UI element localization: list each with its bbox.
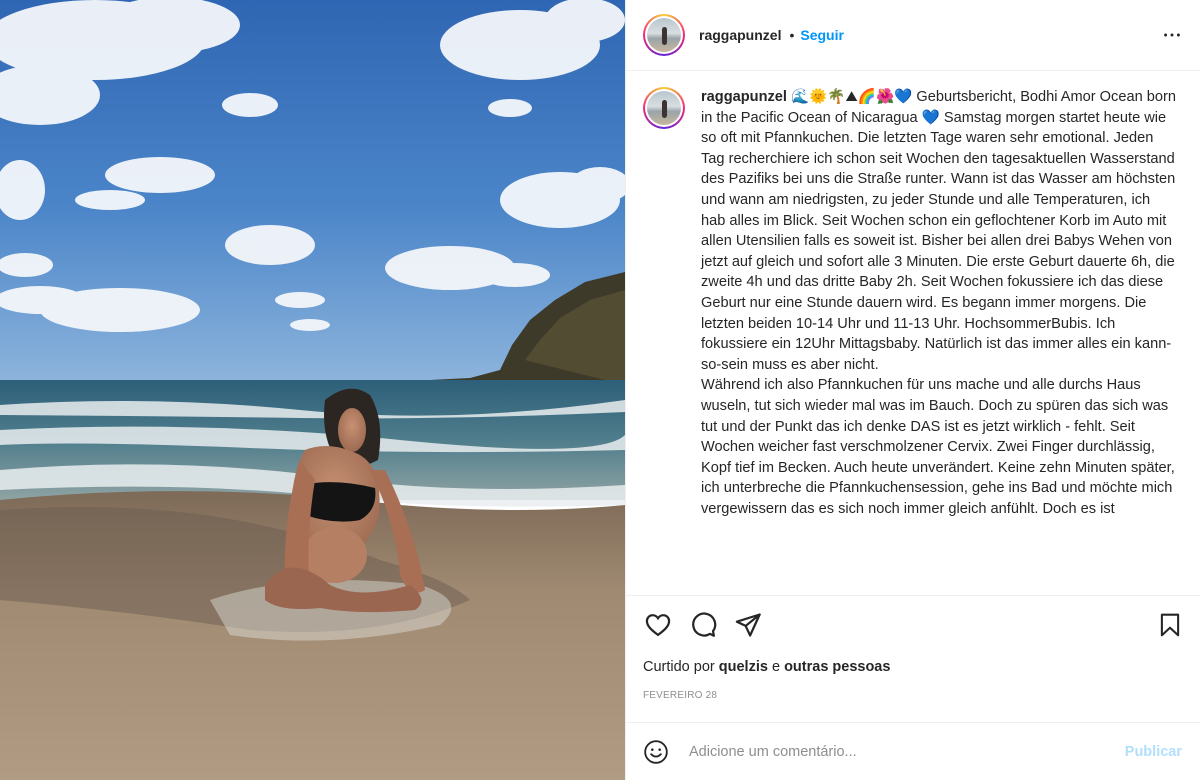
comment-bar: Publicar — [626, 722, 1200, 780]
separator-dot: • — [789, 27, 795, 43]
comment-icon[interactable] — [687, 609, 719, 641]
likes-joiner: e — [771, 659, 781, 675]
caption-body: Geburtsbericht, Bodhi Amor Ocean born in… — [701, 89, 1176, 517]
caption-text: raggapunzel 🌊🌞🌴⛰🌈🌺💙 Geburtsbericht, Bodh… — [701, 87, 1176, 595]
post-header: raggapunzel • Seguir — [626, 0, 1200, 71]
caption-section: raggapunzel 🌊🌞🌴⛰🌈🌺💙 Geburtsbericht, Bodh… — [626, 71, 1200, 595]
more-options-icon[interactable] — [1160, 23, 1184, 47]
caption-avatar[interactable] — [643, 87, 685, 129]
beach-photo — [0, 0, 625, 780]
caption-username[interactable]: raggapunzel — [701, 89, 787, 105]
likes-user[interactable]: quelzis — [719, 659, 768, 675]
publish-button[interactable]: Publicar — [1125, 744, 1182, 760]
heart-icon[interactable] — [642, 609, 674, 641]
likes-prefix: Curtido por — [643, 659, 715, 675]
likes-summary: Curtido por quelzis e outras pessoas — [626, 654, 1200, 681]
post-panel: raggapunzel • Seguir raggapunzel 🌊🌞🌴⛰🌈🌺💙… — [625, 0, 1200, 780]
avatar[interactable] — [643, 14, 685, 56]
likes-others-link[interactable]: outras pessoas — [784, 659, 890, 675]
caption-emojis: 🌊🌞🌴⛰🌈🌺💙 — [791, 89, 913, 105]
follow-button[interactable]: Seguir — [800, 27, 844, 43]
bookmark-icon[interactable] — [1154, 609, 1186, 641]
smiley-icon[interactable] — [642, 738, 670, 766]
post-date[interactable]: FEVEREIRO 28 — [626, 681, 1200, 721]
paper-plane-icon[interactable] — [732, 609, 764, 641]
header-username[interactable]: raggapunzel — [699, 27, 781, 43]
avatar-image — [647, 18, 681, 52]
comment-input[interactable] — [689, 743, 1125, 760]
post-photo[interactable] — [0, 0, 625, 780]
action-bar — [626, 595, 1200, 654]
